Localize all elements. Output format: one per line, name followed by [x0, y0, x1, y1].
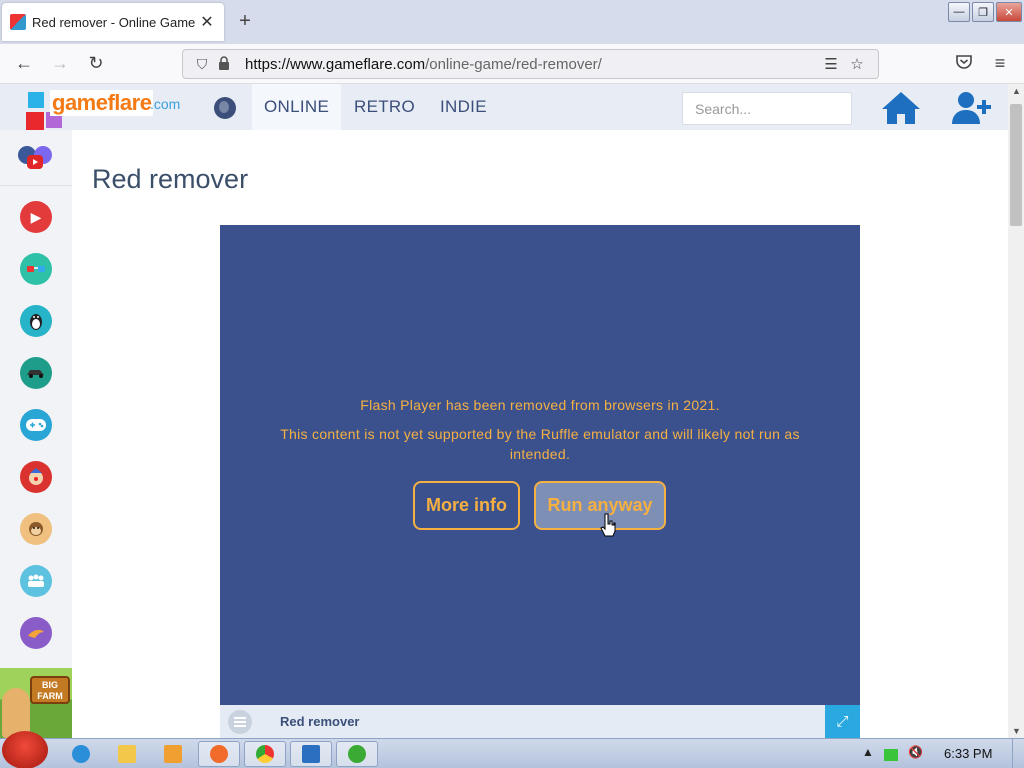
- category-gamepad-icon[interactable]: [20, 409, 52, 441]
- show-desktop-button[interactable]: [1012, 739, 1024, 768]
- taskbar-chrome-icon[interactable]: [244, 741, 286, 767]
- nav-online[interactable]: ONLINE: [252, 84, 342, 130]
- forward-icon[interactable]: →: [48, 53, 72, 74]
- pocket-icon[interactable]: [952, 53, 976, 74]
- taskbar-clock[interactable]: 6:33 PM: [944, 746, 992, 761]
- hand-cursor-icon: [600, 513, 616, 537]
- tray-volume-muted-icon[interactable]: 🔇: [908, 745, 923, 759]
- game-menu-icon[interactable]: [228, 710, 252, 734]
- address-bar[interactable]: ⛉ https://www.gameflare.com/online-game/…: [182, 49, 879, 79]
- big-farm-sign: BIG FARM: [30, 676, 70, 704]
- new-tab-button[interactable]: +: [234, 10, 256, 33]
- maximize-button[interactable]: ❐: [972, 2, 994, 22]
- category-people-icon[interactable]: [20, 565, 52, 597]
- scroll-down-icon[interactable]: ▼: [1012, 726, 1021, 736]
- more-info-button[interactable]: More info: [413, 481, 520, 530]
- reader-view-icon[interactable]: ☰: [818, 55, 844, 73]
- taskbar-utorrent-icon[interactable]: [336, 741, 378, 767]
- reload-icon[interactable]: ↻: [84, 53, 108, 74]
- tab-close-button[interactable]: ✕: [198, 12, 216, 32]
- browser-tab-bar: Red remover - Online Game ✕ + — ❐ ✕: [0, 0, 1024, 44]
- nav-retro[interactable]: RETRO: [342, 84, 427, 130]
- nav-indie[interactable]: INDIE: [428, 84, 499, 130]
- taskbar-firefox-icon[interactable]: [198, 741, 240, 767]
- game-bar-title: Red remover: [280, 714, 360, 729]
- big-farm-ad[interactable]: BIG FARM: [0, 668, 72, 738]
- favicon-icon: [10, 14, 26, 30]
- add-user-icon[interactable]: [950, 90, 994, 126]
- category-bird-icon[interactable]: [20, 617, 52, 649]
- shield-icon[interactable]: ⛉: [191, 56, 213, 73]
- game-info-bar: Red remover ⤢: [220, 705, 860, 738]
- menu-icon[interactable]: ≡: [988, 53, 1012, 74]
- site-header: gameflare .com ONLINE RETRO INDIE: [0, 84, 1008, 130]
- taskbar-folder-icon[interactable]: [106, 741, 148, 767]
- category-car-icon[interactable]: [20, 357, 52, 389]
- url-text[interactable]: https://www.gameflare.com/online-game/re…: [245, 56, 818, 73]
- start-button-angry-bird-icon[interactable]: [2, 731, 48, 768]
- browser-nav-bar: ← → ↻ ⛉ https://www.gameflare.com/online…: [0, 44, 1024, 84]
- tab-title: Red remover - Online Game: [32, 14, 196, 30]
- page-title: Red remover: [92, 164, 249, 194]
- sidebar-divider: [0, 185, 72, 186]
- minimize-button[interactable]: —: [948, 2, 970, 22]
- taskbar-app-icon[interactable]: [290, 741, 332, 767]
- page-scrollbar[interactable]: ▲ ▼: [1008, 84, 1024, 738]
- tray-expand-icon[interactable]: ▲: [862, 745, 874, 759]
- tray-network-icon[interactable]: [884, 749, 898, 761]
- category-penguin-icon[interactable]: [20, 305, 52, 337]
- browser-tab[interactable]: Red remover - Online Game ✕: [2, 3, 224, 41]
- lock-icon[interactable]: [213, 55, 235, 73]
- back-icon[interactable]: ←: [12, 53, 36, 74]
- category-play-icon[interactable]: ▶: [20, 201, 52, 233]
- category-monkey-icon[interactable]: [20, 513, 52, 545]
- windows-taskbar: ▲ 🔇 6:33 PM: [0, 731, 1024, 768]
- social-icons[interactable]: [17, 143, 55, 173]
- scroll-thumb[interactable]: [1010, 104, 1022, 226]
- ruffle-message-primary: Flash Player has been removed from brows…: [360, 397, 720, 413]
- window-controls: — ❐ ✕: [948, 2, 1022, 22]
- taskbar-ie-icon[interactable]: [60, 741, 102, 767]
- home-icon[interactable]: [880, 90, 922, 126]
- globe-icon[interactable]: [214, 97, 236, 119]
- bookmark-star-icon[interactable]: ☆: [844, 55, 870, 73]
- category-3d-glasses-icon[interactable]: [20, 253, 52, 285]
- ruffle-message-secondary: This content is not yet supported by the…: [280, 426, 800, 462]
- category-clown-icon[interactable]: [20, 461, 52, 493]
- fullscreen-icon[interactable]: ⤢: [825, 705, 860, 738]
- game-frame[interactable]: [220, 225, 860, 705]
- taskbar-media-player-icon[interactable]: [152, 741, 194, 767]
- scroll-up-icon[interactable]: ▲: [1012, 86, 1021, 96]
- close-window-button[interactable]: ✕: [996, 2, 1022, 22]
- search-input[interactable]: [682, 92, 852, 125]
- gameflare-logo[interactable]: gameflare .com: [26, 88, 196, 132]
